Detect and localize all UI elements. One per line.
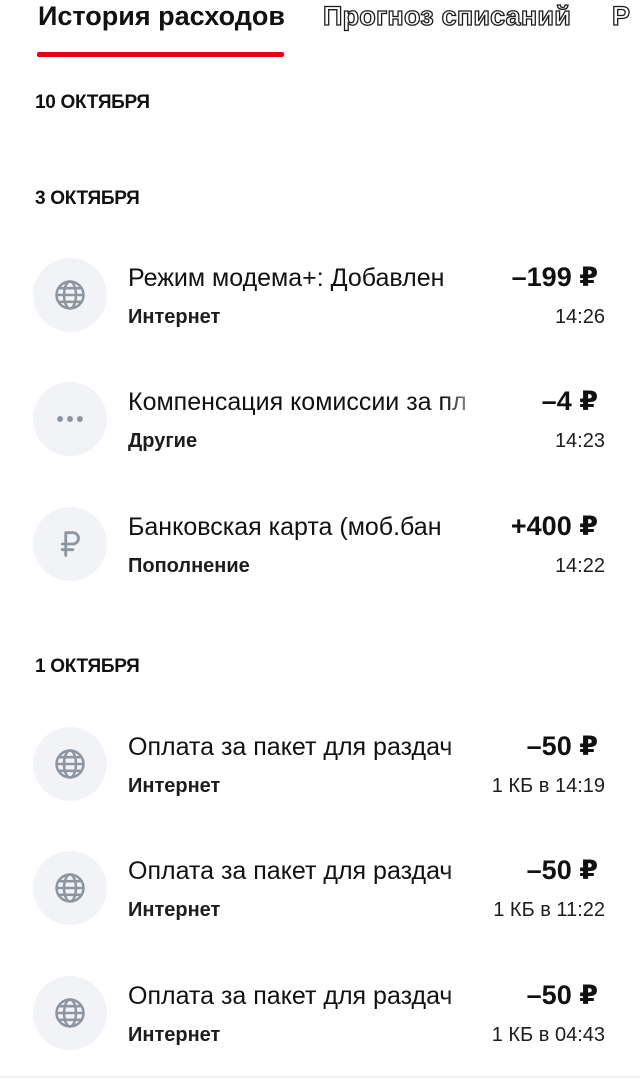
date-header: 10 ОКТЯБРЯ — [35, 92, 150, 113]
transaction-row[interactable]: Банковская карта (моб.бан +400 ₽ Пополне… — [0, 507, 640, 587]
transaction-category: Другие — [128, 430, 198, 452]
transaction-row[interactable]: Компенсация комиссии за пл –4 ₽ Другие 1… — [0, 382, 640, 462]
transaction-category: Интернет — [128, 1024, 221, 1046]
active-tab-indicator — [37, 52, 284, 57]
transaction-amount: –50 ₽ — [526, 855, 598, 885]
transaction-category: Пополнение — [128, 555, 250, 577]
transaction-amount: –50 ₽ — [526, 980, 598, 1010]
transaction-time: 14:22 — [554, 555, 605, 577]
transaction-time: 14:26 — [554, 306, 605, 328]
transaction-amount: +400 ₽ — [510, 511, 598, 541]
transaction-category: Интернет — [128, 899, 221, 921]
date-header: 1 ОКТЯБРЯ — [35, 656, 140, 677]
transaction-time: 14:23 — [554, 430, 605, 452]
tab-charge-forecast[interactable]: Прогноз списаний — [322, 0, 571, 38]
transaction-row[interactable]: Оплата за пакет для раздач –50 ₽ Интерне… — [0, 851, 640, 931]
transaction-title: Компенсация комиссии за пл — [128, 388, 467, 416]
transaction-title: Режим модема+: Добавлен — [128, 264, 445, 292]
transaction-time: 1 КБ в 11:22 — [493, 899, 605, 921]
ruble-icon — [33, 507, 107, 581]
transaction-row[interactable]: Оплата за пакет для раздач –50 ₽ Интерне… — [0, 976, 640, 1056]
divider — [0, 1076, 640, 1078]
transaction-title: Оплата за пакет для раздач — [128, 982, 453, 1010]
transaction-time: 1 КБ в 14:19 — [491, 775, 605, 797]
transaction-amount: –50 ₽ — [526, 731, 598, 761]
transaction-row[interactable]: Оплата за пакет для раздач –50 ₽ Интерне… — [0, 727, 640, 807]
transaction-category: Интернет — [128, 306, 221, 328]
transaction-amount: –199 ₽ — [511, 262, 598, 292]
transaction-title: Оплата за пакет для раздач — [128, 733, 453, 761]
transaction-title: Оплата за пакет для раздач — [128, 857, 453, 885]
globe-icon — [33, 976, 107, 1050]
transaction-category: Интернет — [128, 775, 221, 797]
transaction-title: Банковская карта (моб.бан — [128, 513, 442, 541]
date-header: 3 ОКТЯБРЯ — [35, 188, 140, 209]
globe-icon — [33, 258, 107, 332]
globe-icon — [33, 727, 107, 801]
tab-bar: История расходов Прогноз списаний Р — [0, 0, 640, 60]
tab-partial[interactable]: Р — [611, 0, 630, 38]
transaction-amount: –4 ₽ — [541, 386, 598, 416]
tab-expense-history[interactable]: История расходов — [38, 0, 285, 38]
transaction-time: 1 КБ в 04:43 — [491, 1024, 605, 1046]
transaction-row[interactable]: Режим модема+: Добавлен –199 ₽ Интернет … — [0, 258, 640, 338]
more-dots-icon — [33, 382, 107, 456]
globe-icon — [33, 851, 107, 925]
